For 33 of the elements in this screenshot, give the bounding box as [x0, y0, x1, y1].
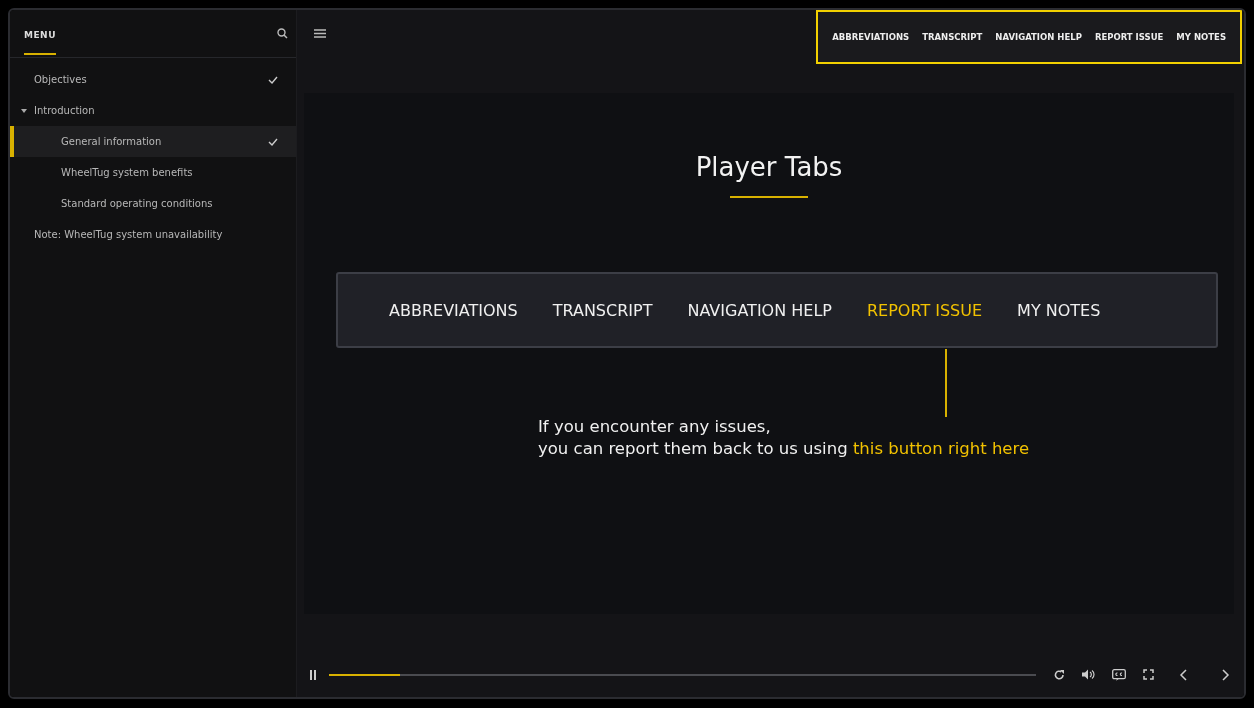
captions-icon[interactable]	[1112, 668, 1126, 681]
check-icon	[268, 75, 278, 84]
caption-text: If you encounter any issues, you can report them back to us using this button right here	[538, 416, 1031, 460]
replay-icon[interactable]	[1054, 668, 1065, 681]
volume-icon[interactable]	[1082, 669, 1095, 680]
slide-title: Player Tabs	[695, 152, 843, 184]
leader-line	[945, 349, 947, 417]
tab-label: MY NOTES	[1017, 300, 1101, 320]
tab-label: REPORT ISSUE	[866, 300, 983, 320]
fullscreen-icon[interactable]	[1143, 669, 1154, 680]
menu-item[interactable]: General information	[10, 126, 296, 157]
menu-title: MENU	[24, 14, 56, 55]
menu-item[interactable]: Standard operating conditions	[10, 188, 296, 219]
chevron-right-icon[interactable]	[1222, 668, 1230, 681]
header-tab[interactable]: REPORT ISSUE	[1094, 32, 1164, 42]
pause-icon[interactable]	[309, 669, 317, 680]
header-tab[interactable]: NAVIGATION HELP	[995, 32, 1082, 42]
menu-item[interactable]: Objectives	[10, 64, 296, 95]
check-icon	[268, 137, 278, 146]
tab-label: NAVIGATION HELP	[687, 300, 832, 320]
chevron-left-icon[interactable]	[1179, 668, 1187, 681]
tab-label: ABBREVIATIONS	[389, 300, 518, 320]
menu-item[interactable]: Note: WheelTug system unavailability	[10, 219, 296, 250]
menu-item[interactable]: Introduction	[10, 95, 296, 126]
tab-label: TRANSCRIPT	[552, 300, 653, 320]
progress-track[interactable]	[329, 673, 1036, 676]
header-tab[interactable]: TRANSCRIPT	[922, 32, 983, 42]
header-tab[interactable]: MY NOTES	[1176, 32, 1226, 42]
caret-down-icon[interactable]	[21, 108, 27, 113]
menu-item[interactable]: WheelTug system benefits	[10, 157, 296, 188]
search-icon[interactable]	[277, 28, 288, 39]
menu-icon[interactable]	[314, 29, 326, 38]
header-tab[interactable]: ABBREVIATIONS	[832, 32, 910, 42]
